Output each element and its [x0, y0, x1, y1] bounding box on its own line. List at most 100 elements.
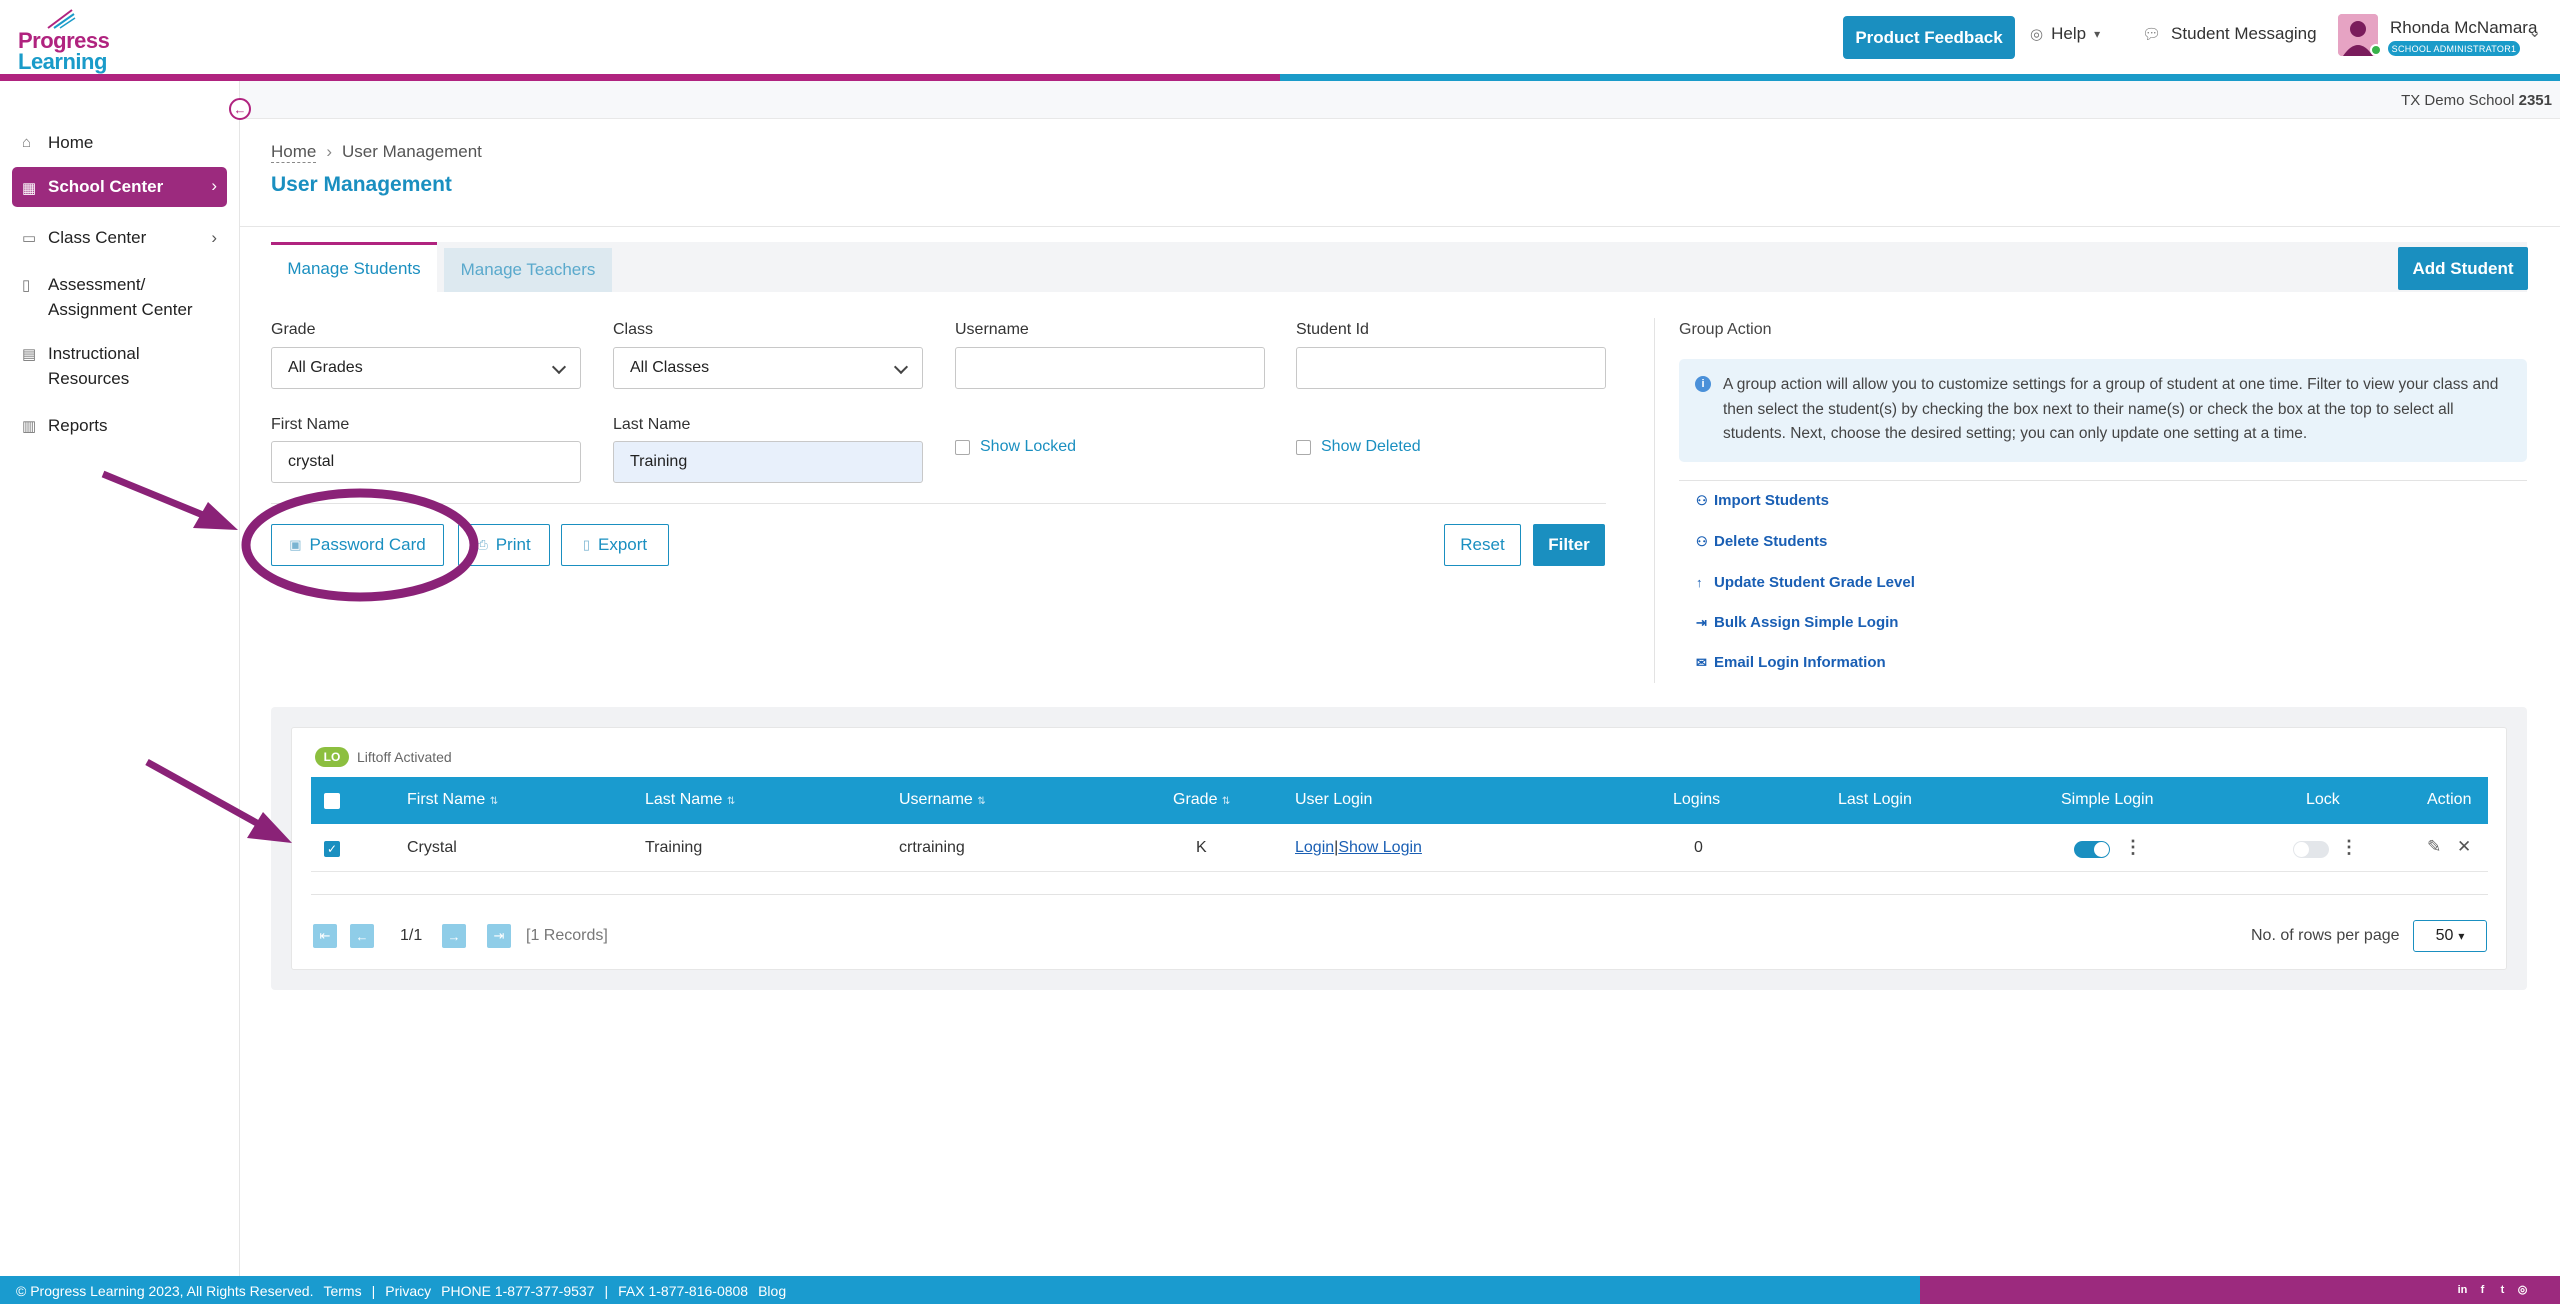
footer-fax: FAX 1-877-816-0808: [618, 1283, 749, 1299]
product-feedback-button[interactable]: Product Feedback: [1843, 16, 2015, 59]
column-header-last-name[interactable]: Last Name ⇅: [645, 791, 735, 809]
update-grade-level-link[interactable]: ↑ Update Student Grade Level: [1696, 574, 1915, 591]
footer-privacy-link[interactable]: Privacy: [385, 1283, 431, 1299]
table-row: ✓ Crystal Training crtraining K Login|Sh…: [311, 824, 2488, 872]
student-id-input[interactable]: [1296, 347, 1606, 389]
sort-icon: ⇅: [489, 796, 499, 807]
password-card-label: Password Card: [309, 535, 426, 554]
sidebar-item-school-center[interactable]: ▦ School Center ›: [12, 167, 227, 207]
messaging-label: Student Messaging: [2171, 24, 2317, 43]
rows-per-page-value: 50: [2435, 927, 2454, 944]
show-deleted-checkbox[interactable]: Show Deleted: [1296, 438, 1421, 456]
breadcrumb-separator-icon: ›: [326, 142, 333, 161]
sidebar-item-assessment[interactable]: ▯ Assessment/ Assignment Center: [12, 270, 227, 328]
footer-copyright: © Progress Learning 2023, All Rights Res…: [16, 1283, 314, 1299]
footer-terms-link[interactable]: Terms: [323, 1283, 361, 1299]
header-stripe-magenta: [0, 74, 1280, 81]
rows-per-page-select[interactable]: 50 ▾: [2413, 920, 2487, 952]
edit-icon[interactable]: ✎: [2427, 837, 2441, 857]
last-page-icon[interactable]: ⇥: [487, 924, 511, 948]
collapse-sidebar-icon[interactable]: ←: [229, 98, 251, 120]
column-header-label: Username: [899, 791, 973, 808]
top-header: Progress Learning Product Feedback ◎ Hel…: [0, 0, 2560, 74]
first-name-input[interactable]: crystal: [271, 441, 581, 483]
sidebar-item-label: Instructional Resources: [48, 341, 140, 391]
breadcrumb: Home › User Management: [271, 142, 482, 163]
reset-label: Reset: [1460, 535, 1505, 554]
sidebar-item-label: Home: [48, 133, 94, 152]
delete-students-link[interactable]: ⚇ Delete Students: [1696, 533, 1827, 550]
subheader-bar: TX Demo School 2351: [240, 81, 2560, 119]
filter-button[interactable]: Filter: [1533, 524, 1605, 566]
login-icon: ⇥: [1696, 614, 1707, 630]
next-page-icon[interactable]: →: [442, 924, 466, 948]
school-id: 2351: [2518, 92, 2552, 109]
tab-manage-teachers[interactable]: Manage Teachers: [444, 248, 612, 292]
linkedin-icon[interactable]: in: [2456, 1283, 2469, 1296]
breadcrumb-current: User Management: [342, 142, 482, 161]
help-menu[interactable]: ◎ Help ▾: [2030, 24, 2100, 44]
sidebar-item-home[interactable]: ⌂ Home: [12, 127, 227, 159]
show-login-link[interactable]: Show Login: [1338, 839, 1422, 856]
username-input[interactable]: [955, 347, 1265, 389]
prev-page-icon[interactable]: ←: [350, 924, 374, 948]
sidebar-item-reports[interactable]: ▥ Reports: [12, 410, 227, 442]
login-link[interactable]: Login: [1295, 839, 1334, 856]
last-name-input[interactable]: Training: [613, 441, 923, 483]
print-label: Print: [495, 535, 531, 554]
grade-select[interactable]: All Grades: [271, 347, 581, 389]
class-select[interactable]: All Classes: [613, 347, 923, 389]
breadcrumb-home[interactable]: Home: [271, 142, 317, 163]
grade-select-value: All Grades: [288, 359, 363, 376]
divider: [240, 226, 2560, 227]
sidebar-item-class-center[interactable]: ▭ Class Center ›: [12, 222, 227, 254]
column-header-grade[interactable]: Grade ⇅: [1173, 791, 1230, 809]
class-label: Class: [613, 321, 654, 338]
row-select-checkbox[interactable]: ✓: [324, 841, 340, 857]
chevron-down-icon: ▾: [2458, 929, 2465, 943]
info-icon: i: [1695, 376, 1711, 392]
facebook-icon[interactable]: f: [2476, 1283, 2489, 1296]
instagram-icon[interactable]: ◎: [2516, 1283, 2529, 1296]
export-button[interactable]: ▯ Export: [561, 524, 669, 566]
print-button[interactable]: ⎙ Print: [458, 524, 550, 566]
select-all-checkbox[interactable]: [324, 793, 340, 809]
checkbox-box[interactable]: [1296, 439, 1311, 455]
sidebar-item-label-line1: Instructional: [48, 344, 140, 363]
checkbox-box[interactable]: [955, 439, 970, 455]
progress-learning-logo[interactable]: Progress Learning: [18, 8, 110, 74]
lock-toggle[interactable]: [2293, 841, 2329, 858]
footer-phone: PHONE 1-877-377-9537: [441, 1283, 595, 1299]
divider: [311, 894, 2488, 895]
column-header-first-name[interactable]: First Name ⇅: [407, 791, 498, 809]
page-indicator: 1/1: [400, 927, 423, 944]
password-card-button[interactable]: ▣ Password Card: [271, 524, 444, 566]
column-header-username[interactable]: Username ⇅: [899, 791, 986, 809]
kebab-menu-icon[interactable]: ⋮: [2124, 837, 2142, 858]
twitter-icon[interactable]: t: [2496, 1283, 2509, 1296]
email-login-information-link[interactable]: ✉ Email Login Information: [1696, 654, 1886, 671]
bulk-assign-simple-login-link[interactable]: ⇥ Bulk Assign Simple Login: [1696, 614, 1898, 631]
import-students-link[interactable]: ⚇ Import Students: [1696, 492, 1829, 509]
student-messaging-link[interactable]: 💬︎ Student Messaging: [2142, 24, 2317, 44]
chat-icon: 💬︎: [2142, 26, 2162, 43]
simple-login-toggle[interactable]: [2074, 841, 2110, 858]
chevron-down-icon[interactable]: ⌄: [2528, 22, 2541, 42]
group-action-info: i A group action will allow you to custo…: [1679, 359, 2527, 462]
tab-manage-students[interactable]: Manage Students: [271, 242, 437, 292]
user-name[interactable]: Rhonda McNamara: [2390, 18, 2537, 38]
column-header-label: Last Name: [645, 791, 723, 808]
reset-button[interactable]: Reset: [1444, 524, 1521, 566]
show-locked-checkbox[interactable]: Show Locked: [955, 438, 1076, 456]
sidebar-item-instructional-resources[interactable]: ▤ Instructional Resources: [12, 339, 227, 397]
close-icon[interactable]: ✕: [2457, 837, 2471, 857]
sidebar-item-label-line1: Assessment/: [48, 275, 146, 294]
arrow-up-icon: ↑: [1696, 575, 1703, 590]
add-student-button[interactable]: Add Student: [2398, 247, 2528, 290]
kebab-menu-icon[interactable]: ⋮: [2340, 837, 2358, 858]
liftoff-badge: LO: [315, 747, 349, 767]
first-page-icon[interactable]: ⇤: [313, 924, 337, 948]
header-stripe-blue: [1280, 74, 2560, 81]
help-label: Help: [2051, 24, 2087, 43]
footer-blog-link[interactable]: Blog: [758, 1283, 786, 1299]
